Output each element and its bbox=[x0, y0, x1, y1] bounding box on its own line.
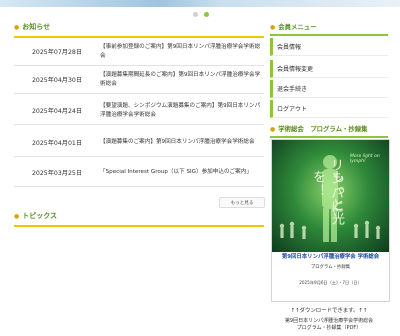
download-note: ↑↑ダウンロードできます。↑↑ bbox=[290, 308, 368, 314]
poster-date: 2025年9月6日（土）・7日（日） bbox=[299, 280, 362, 285]
news-title-link[interactable]: 【要望演題、シンポジウム演題募集のご案内】第9回日本リンパ浮腫治療学会学術総会 bbox=[100, 102, 264, 119]
poster-tagline: More light on lymph! bbox=[350, 154, 380, 164]
slider-dot-active[interactable] bbox=[204, 12, 209, 17]
news-title-link[interactable]: 【事前参加登録のご案内】第9回日本リンパ浮腫治療学会学術総会 bbox=[100, 43, 264, 60]
menu-item-member-info[interactable]: 会員情報 bbox=[270, 38, 388, 56]
menu-item-logout[interactable]: ログアウト bbox=[270, 100, 388, 118]
poster-line2: もっと光を！ bbox=[310, 170, 344, 226]
topics-heading: ● トピックス bbox=[14, 211, 264, 227]
news-date: 2025年03月25日 bbox=[32, 170, 83, 177]
bullet-icon: ● bbox=[14, 24, 20, 31]
slider-dots bbox=[193, 12, 209, 17]
slider-dot[interactable] bbox=[193, 12, 198, 17]
news-row[interactable]: 2025年04月01日 【演題募集のご案内】第9回日本リンパ浮腫治療学会学術総会 bbox=[14, 129, 264, 157]
bullet-icon: ● bbox=[270, 24, 276, 31]
news-date: 2025年07月28日 bbox=[32, 49, 83, 56]
news-row[interactable]: 2025年03月25日 「Special Interest Group（以下 S… bbox=[14, 159, 264, 187]
poster-subtitle: プログラム・抄録集 bbox=[310, 265, 351, 270]
menu-item-member-edit[interactable]: 会員情報変更 bbox=[270, 60, 388, 78]
news-row[interactable]: 2025年07月28日 【事前参加登録のご案内】第9回日本リンパ浮腫治療学会学術… bbox=[14, 38, 264, 66]
menu-item-withdraw[interactable]: 退会手続き bbox=[270, 80, 388, 98]
poster-title: 第9回日本リンパ浮腫治療学会 学術総会 bbox=[281, 254, 380, 260]
news-date: 2025年04月30日 bbox=[32, 77, 83, 84]
pdf-link[interactable]: 第9回日本リンパ浮腫治療学会学術総会 プログラム・抄録集（PDF） bbox=[270, 318, 388, 332]
poster-image: More light on lymph! リンパに もっと光を！ bbox=[272, 140, 389, 252]
pdf-link-line1: 第9回日本リンパ浮腫治療学会学術総会 bbox=[284, 318, 374, 324]
news-date: 2025年04月01日 bbox=[32, 140, 83, 147]
member-menu-heading: ● 会員メニュー bbox=[270, 22, 388, 36]
congress-poster-link[interactable]: More light on lymph! リンパに もっと光を！ 第9回日本リン… bbox=[271, 139, 390, 302]
congress-heading: ● 学術総会 プログラム・抄録集 bbox=[270, 124, 388, 138]
pdf-link-line2: プログラム・抄録集（PDF） bbox=[296, 325, 362, 331]
news-row[interactable]: 2025年04月24日 【要望演題、シンポジウム演題募集のご案内】第9回日本リン… bbox=[14, 97, 264, 125]
hero-image bbox=[0, 0, 400, 7]
news-heading: ● お知らせ bbox=[14, 22, 264, 38]
bullet-icon: ● bbox=[270, 126, 276, 133]
more-button[interactable]: もっと見る bbox=[219, 197, 265, 208]
news-date: 2025年04月24日 bbox=[32, 108, 83, 115]
news-row[interactable]: 2025年04月30日 【演題募集期間延長のご案内】第9回日本リンパ浮腫治療学会… bbox=[14, 66, 264, 94]
news-title-link[interactable]: 【演題募集期間延長のご案内】第9回日本リンパ浮腫治療学会学術総会 bbox=[100, 71, 264, 88]
bullet-icon: ● bbox=[14, 213, 20, 220]
news-title-link[interactable]: 【演題募集のご案内】第9回日本リンパ浮腫治療学会学術総会 bbox=[100, 138, 264, 146]
news-title-link[interactable]: 「Special Interest Group（以下 SIG）参加申込のご案内」 bbox=[100, 168, 264, 176]
